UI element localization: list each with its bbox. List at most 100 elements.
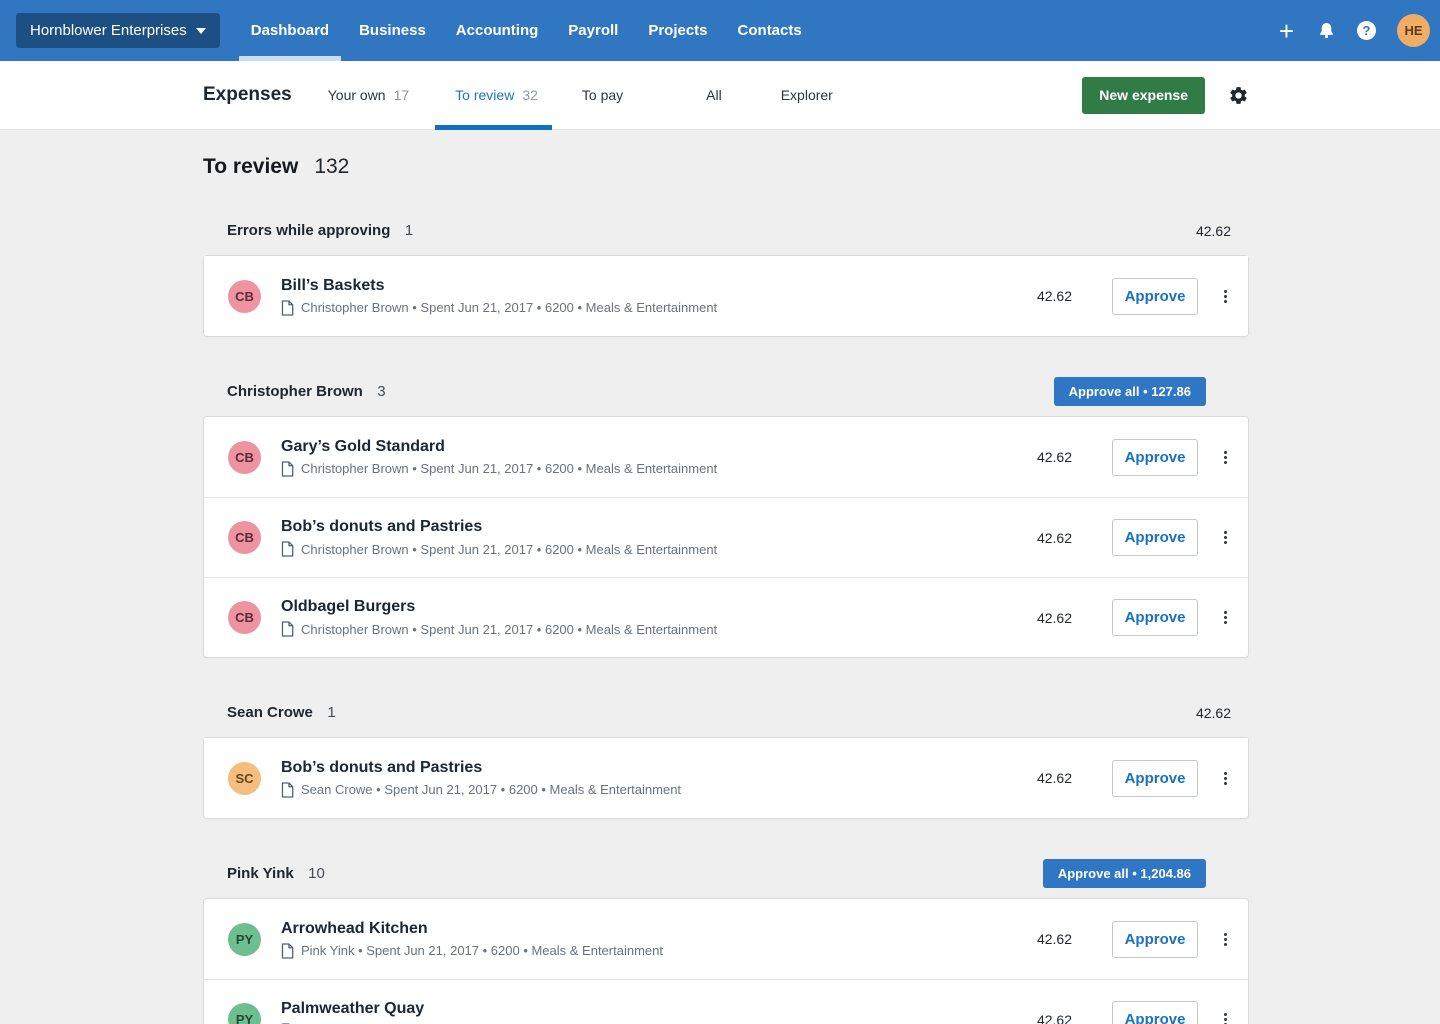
top-navigation: Hornblower Enterprises Dashboard Busines… xyxy=(0,0,1440,61)
expense-card[interactable]: CB Oldbagel Burgers Christopher Brown • … xyxy=(204,577,1248,657)
expense-title[interactable]: Bob’s donuts and Pastries xyxy=(281,759,1037,777)
expense-title[interactable]: Arrowhead Kitchen xyxy=(281,920,1037,938)
notifications-bell-icon[interactable] xyxy=(1317,21,1336,40)
expense-group: Pink Yink 10 Approve all • 1,204.86 PY A… xyxy=(203,859,1249,1024)
user-avatar[interactable]: HE xyxy=(1397,14,1430,47)
nav-item-payroll[interactable]: Payroll xyxy=(556,0,630,61)
approve-button[interactable]: Approve xyxy=(1112,921,1198,958)
expense-amount: 42.62 xyxy=(1037,449,1072,465)
expense-groups: Errors while approving 1 42.62 CB Bill’s… xyxy=(203,216,1249,1024)
help-icon[interactable]: ? xyxy=(1357,21,1376,40)
expense-card[interactable]: PY Palmweather Quay Pink Yink • Spent Ju… xyxy=(204,979,1248,1024)
question-mark-icon: ? xyxy=(1357,21,1376,40)
org-switcher[interactable]: Hornblower Enterprises xyxy=(16,13,220,48)
expense-amount: 42.62 xyxy=(1037,530,1072,546)
group-total: 42.62 xyxy=(1196,223,1249,239)
card-stack: SC Bob’s donuts and Pastries Sean Crowe … xyxy=(203,737,1249,819)
tab-all[interactable]: All xyxy=(706,61,722,130)
tab-explorer[interactable]: Explorer xyxy=(781,61,833,130)
avatar: CB xyxy=(228,601,261,634)
card-stack: PY Arrowhead Kitchen Pink Yink • Spent J… xyxy=(203,898,1249,1024)
document-icon xyxy=(281,300,294,316)
group-header: Christopher Brown 3 Approve all • 127.86 xyxy=(203,377,1249,406)
tab-your-own[interactable]: Your own 17 xyxy=(328,61,409,130)
document-icon xyxy=(281,782,294,798)
expense-title[interactable]: Oldbagel Burgers xyxy=(281,598,1037,616)
approve-all-button[interactable]: Approve all • 1,204.86 xyxy=(1043,859,1206,888)
expense-amount: 42.62 xyxy=(1037,288,1072,304)
expense-title[interactable]: Palmweather Quay xyxy=(281,1000,1037,1018)
nav-item-business[interactable]: Business xyxy=(347,0,438,61)
expense-meta: Sean Crowe • Spent Jun 21, 2017 • 6200 •… xyxy=(301,782,681,797)
approve-button[interactable]: Approve xyxy=(1112,1001,1198,1024)
group-name: Errors while approving xyxy=(227,222,390,239)
new-expense-button[interactable]: New expense xyxy=(1082,77,1205,114)
avatar: CB xyxy=(228,441,261,474)
expense-meta: Christopher Brown • Spent Jun 21, 2017 •… xyxy=(301,622,717,637)
expense-amount: 42.62 xyxy=(1037,1012,1072,1024)
kebab-menu-icon[interactable] xyxy=(1221,929,1230,950)
group-header: Pink Yink 10 Approve all • 1,204.86 xyxy=(203,859,1249,888)
kebab-menu-icon[interactable] xyxy=(1221,286,1230,307)
avatar: CB xyxy=(228,280,261,313)
expense-card[interactable]: PY Arrowhead Kitchen Pink Yink • Spent J… xyxy=(204,899,1248,979)
group-count: 3 xyxy=(377,383,385,400)
expense-amount: 42.62 xyxy=(1037,610,1072,626)
expenses-header: Expenses Your own 17 To review 32 To pay… xyxy=(0,61,1440,130)
group-count: 10 xyxy=(308,865,325,882)
expenses-header-actions: New expense xyxy=(1082,77,1249,114)
kebab-menu-icon[interactable] xyxy=(1221,607,1230,628)
kebab-menu-icon[interactable] xyxy=(1221,768,1230,789)
approve-button[interactable]: Approve xyxy=(1112,760,1198,797)
document-icon xyxy=(281,461,294,477)
group-name: Sean Crowe xyxy=(227,704,313,721)
primary-nav: Dashboard Business Accounting Payroll Pr… xyxy=(239,0,820,61)
approve-button[interactable]: Approve xyxy=(1112,439,1198,476)
expense-title[interactable]: Bill’s Baskets xyxy=(281,277,1037,295)
card-stack: CB Bill’s Baskets Christopher Brown • Sp… xyxy=(203,255,1249,337)
document-icon xyxy=(281,943,294,959)
group-name: Christopher Brown xyxy=(227,383,363,400)
approve-all-button[interactable]: Approve all • 127.86 xyxy=(1054,377,1206,406)
kebab-menu-icon[interactable] xyxy=(1221,1009,1230,1024)
approve-button[interactable]: Approve xyxy=(1112,519,1198,556)
group-total: 42.62 xyxy=(1196,705,1249,721)
nav-item-dashboard[interactable]: Dashboard xyxy=(239,0,341,61)
expense-card[interactable]: CB Bob’s donuts and Pastries Christopher… xyxy=(204,497,1248,577)
group-header: Sean Crowe 1 42.62 xyxy=(203,698,1249,727)
expense-group: Errors while approving 1 42.62 CB Bill’s… xyxy=(203,216,1249,337)
expense-title[interactable]: Gary’s Gold Standard xyxy=(281,438,1037,456)
expense-group: Sean Crowe 1 42.62 SC Bob’s donuts and P… xyxy=(203,698,1249,819)
group-header: Errors while approving 1 42.62 xyxy=(203,216,1249,245)
approve-button[interactable]: Approve xyxy=(1112,599,1198,636)
nav-item-contacts[interactable]: Contacts xyxy=(726,0,814,61)
document-icon xyxy=(281,621,294,637)
expense-card[interactable]: CB Bill’s Baskets Christopher Brown • Sp… xyxy=(204,256,1248,336)
group-count: 1 xyxy=(405,222,413,239)
approve-button[interactable]: Approve xyxy=(1112,278,1198,315)
tab-to-pay[interactable]: To pay xyxy=(582,61,623,130)
avatar: CB xyxy=(228,521,261,554)
expense-card[interactable]: SC Bob’s donuts and Pastries Sean Crowe … xyxy=(204,738,1248,818)
expense-amount: 42.62 xyxy=(1037,770,1072,786)
nav-item-accounting[interactable]: Accounting xyxy=(444,0,551,61)
kebab-menu-icon[interactable] xyxy=(1221,527,1230,548)
avatar: PY xyxy=(228,1003,261,1024)
group-name: Pink Yink xyxy=(227,865,294,882)
org-name: Hornblower Enterprises xyxy=(30,22,187,39)
settings-gear-icon[interactable] xyxy=(1228,85,1249,106)
avatar: PY xyxy=(228,923,261,956)
expenses-tabs: Your own 17 To review 32 To pay All Expl… xyxy=(328,61,833,130)
kebab-menu-icon[interactable] xyxy=(1221,447,1230,468)
tab-to-review[interactable]: To review 32 xyxy=(455,61,538,130)
document-icon xyxy=(281,541,294,557)
expense-title[interactable]: Bob’s donuts and Pastries xyxy=(281,518,1037,536)
to-review-total-count: 132 xyxy=(314,155,349,179)
expense-group: Christopher Brown 3 Approve all • 127.86… xyxy=(203,377,1249,658)
add-plus-icon[interactable]: + xyxy=(1277,18,1296,44)
expenses-content: To review 132 Errors while approving 1 4… xyxy=(0,130,1440,1024)
expense-meta: Christopher Brown • Spent Jun 21, 2017 •… xyxy=(301,461,717,476)
expense-meta: Christopher Brown • Spent Jun 21, 2017 •… xyxy=(301,542,717,557)
nav-item-projects[interactable]: Projects xyxy=(636,0,719,61)
expense-card[interactable]: CB Gary’s Gold Standard Christopher Brow… xyxy=(204,417,1248,497)
